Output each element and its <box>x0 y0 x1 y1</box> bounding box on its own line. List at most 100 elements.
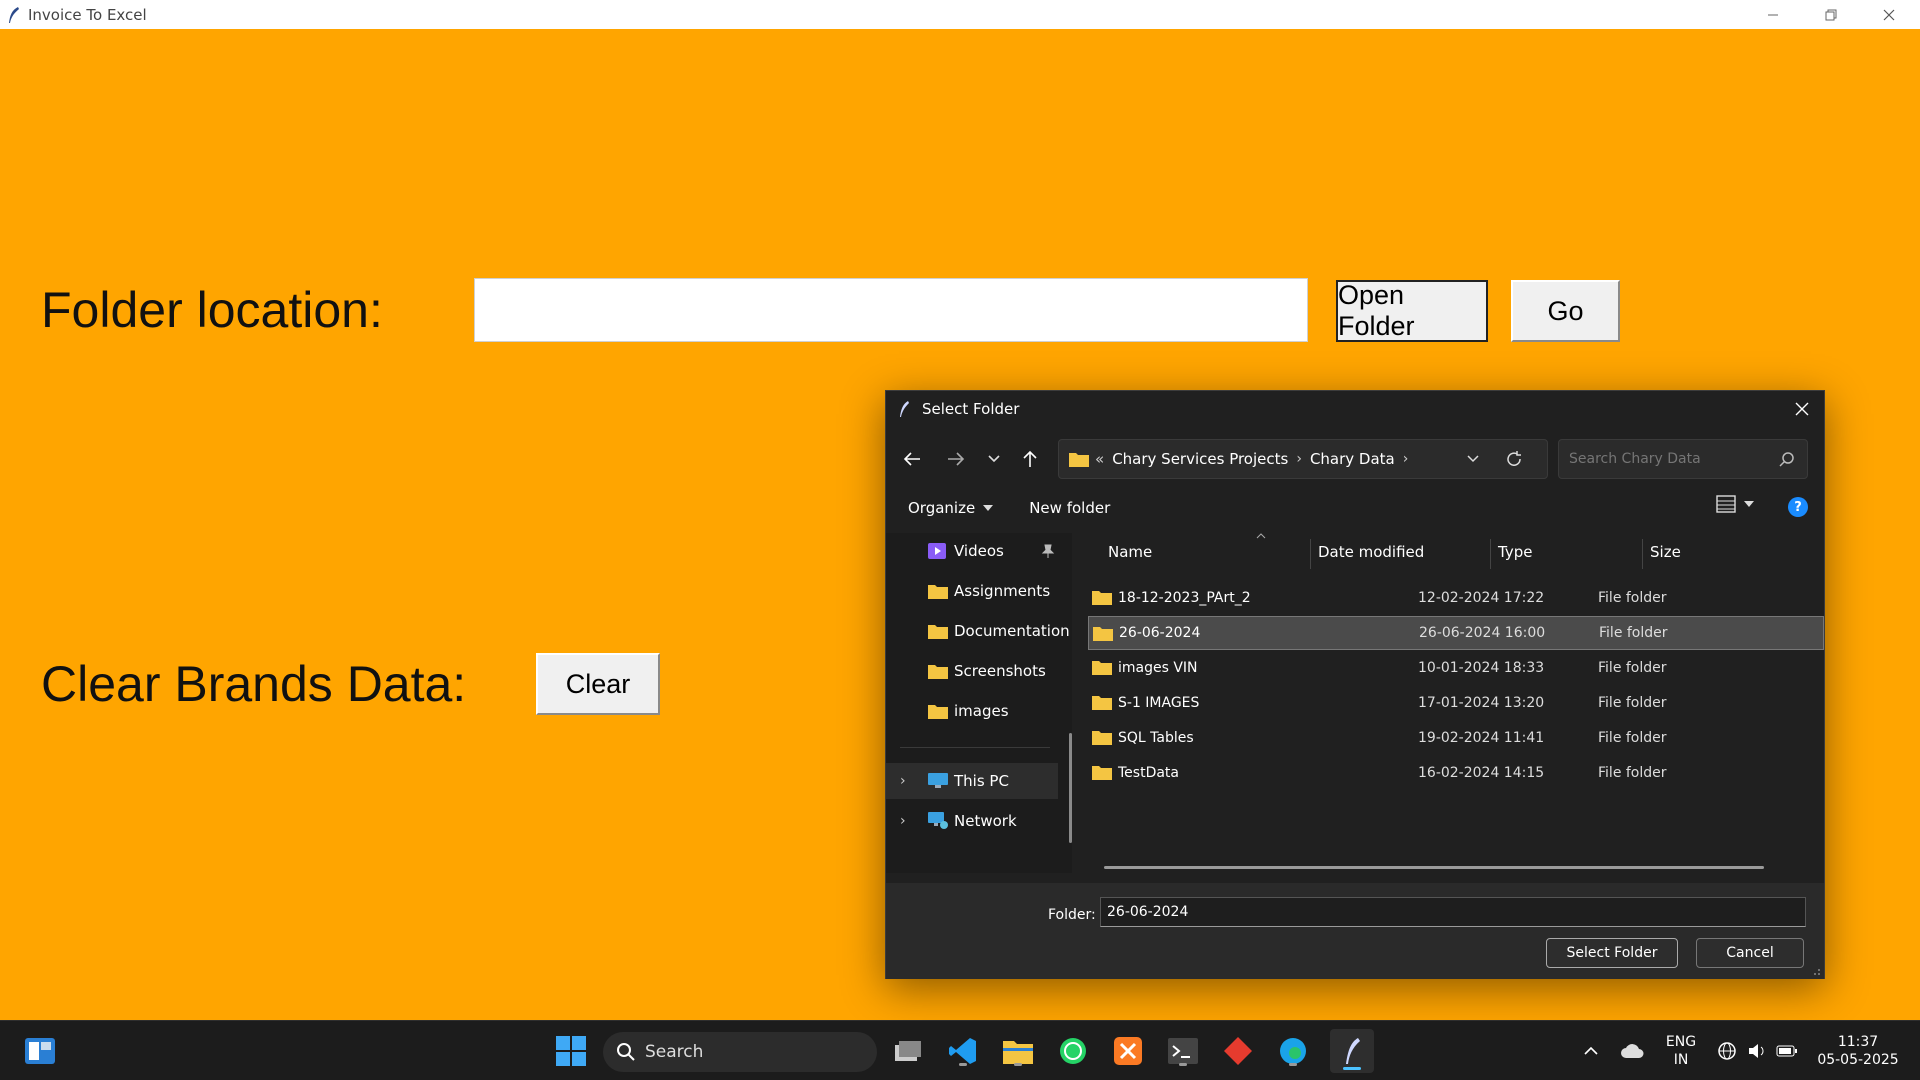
feather-icon <box>900 401 909 417</box>
chevron-right-icon[interactable]: › <box>1403 451 1409 467</box>
nav-item-videos[interactable]: Videos <box>886 533 1072 569</box>
folder-name-input[interactable] <box>1100 897 1806 927</box>
file-row[interactable]: 18-12-2023_PArt_2 12-02-2024 17:22 File … <box>1088 581 1824 615</box>
column-header-size[interactable]: Size <box>1650 533 1681 571</box>
network-status-button[interactable] <box>1712 1033 1742 1069</box>
vscode-icon <box>949 1038 976 1064</box>
nav-item-label: Assignments <box>954 582 1051 600</box>
breadcrumb-item[interactable]: Chary Services Projects <box>1112 450 1288 468</box>
cancel-button[interactable]: Cancel <box>1696 938 1804 968</box>
clear-button[interactable]: Clear <box>536 653 660 715</box>
refresh-icon[interactable] <box>1505 450 1523 468</box>
xampp-app[interactable] <box>1110 1033 1146 1069</box>
file-name: images VIN <box>1118 660 1198 676</box>
widgets-button[interactable] <box>22 1033 58 1069</box>
breadcrumb-item[interactable]: Chary Data <box>1310 450 1395 468</box>
onedrive-button[interactable] <box>1616 1033 1648 1069</box>
vscode-app[interactable] <box>945 1033 981 1069</box>
chevron-right-icon[interactable]: › <box>900 813 906 829</box>
column-header-name[interactable]: Name <box>1108 533 1152 571</box>
address-bar[interactable]: « Chary Services Projects › Chary Data › <box>1058 439 1548 479</box>
file-type: File folder <box>1598 590 1667 606</box>
arrow-up-icon <box>1023 450 1037 467</box>
show-hidden-icons-button[interactable] <box>1576 1033 1606 1069</box>
forward-button[interactable] <box>942 445 970 473</box>
folder-icon <box>1092 731 1112 745</box>
nav-item-label: Screenshots <box>954 662 1046 680</box>
file-row[interactable]: TestData 16-02-2024 14:15 File folder <box>1088 756 1824 790</box>
folder-path-input[interactable] <box>474 278 1308 342</box>
nav-item-documentation[interactable]: Documentation <box>886 613 1072 649</box>
taskbar-search[interactable]: Search <box>603 1032 877 1072</box>
file-list: Name Date modified Type Size 18-12-2023_… <box>1074 533 1826 883</box>
open-folder-button[interactable]: Open Folder <box>1336 280 1488 342</box>
nav-item-network[interactable]: › Network <box>886 803 1072 839</box>
file-row-selected[interactable]: 26-06-2024 26-06-2024 16:00 File folder <box>1088 616 1824 650</box>
file-row[interactable]: S-1 IMAGES 17-01-2024 13:20 File folder <box>1088 686 1824 720</box>
file-row[interactable]: SQL Tables 19-02-2024 11:41 File folder <box>1088 721 1824 755</box>
chevron-right-icon[interactable]: › <box>900 773 906 789</box>
recent-locations-button[interactable] <box>980 445 1008 473</box>
running-indicator <box>959 1063 967 1066</box>
file-type: File folder <box>1599 625 1668 641</box>
column-divider[interactable] <box>1642 539 1643 569</box>
battery-button[interactable] <box>1772 1033 1802 1069</box>
column-divider[interactable] <box>1490 539 1491 569</box>
minimize-button[interactable] <box>1744 0 1802 29</box>
search-icon <box>617 1043 635 1061</box>
go-button[interactable]: Go <box>1511 280 1620 342</box>
feather-icon <box>1346 1038 1360 1064</box>
up-button[interactable] <box>1016 445 1044 473</box>
view-options-button[interactable] <box>1716 495 1754 513</box>
file-explorer-app[interactable] <box>1000 1033 1036 1069</box>
sort-ascending-icon <box>1256 533 1266 539</box>
volume-button[interactable] <box>1742 1033 1772 1069</box>
diamond-app-icon <box>1224 1037 1252 1065</box>
restore-button[interactable] <box>1802 0 1860 29</box>
file-explorer-icon <box>1003 1041 1033 1064</box>
column-divider[interactable] <box>1310 539 1311 569</box>
nav-scrollbar[interactable] <box>1069 733 1072 843</box>
nav-item-screenshots[interactable]: Screenshots <box>886 653 1072 689</box>
search-input[interactable] <box>1569 451 1769 467</box>
task-view-button[interactable] <box>890 1033 926 1069</box>
running-indicator <box>1014 1063 1022 1066</box>
terminal-app[interactable] <box>1165 1033 1201 1069</box>
horizontal-scrollbar[interactable] <box>1104 866 1764 869</box>
whatsapp-app[interactable] <box>1055 1033 1091 1069</box>
chevron-right-icon[interactable]: › <box>1296 451 1302 467</box>
nav-item-label: Network <box>954 812 1017 830</box>
minimize-icon <box>1768 14 1778 15</box>
edge-app[interactable] <box>1275 1033 1311 1069</box>
close-button[interactable] <box>1860 0 1918 29</box>
resize-grip-icon[interactable] <box>1811 966 1821 976</box>
whatsapp-icon <box>1060 1038 1086 1064</box>
nav-item-assignments[interactable]: Assignments <box>886 573 1072 609</box>
restore-icon <box>1825 9 1837 20</box>
active-indicator <box>1343 1067 1361 1070</box>
clock[interactable]: 11:37 05-05-2025 <box>1808 1033 1908 1069</box>
breadcrumb-overflow[interactable]: « <box>1095 450 1104 468</box>
select-folder-button[interactable]: Select Folder <box>1546 938 1678 968</box>
search-box[interactable] <box>1558 439 1808 479</box>
close-icon <box>1883 9 1895 20</box>
dialog-close-button[interactable] <box>1790 397 1814 421</box>
python-app-active[interactable] <box>1330 1029 1374 1073</box>
clock-date: 05-05-2025 <box>1817 1052 1899 1068</box>
nav-item-images[interactable]: images <box>886 693 1072 729</box>
column-header-type[interactable]: Type <box>1498 533 1532 571</box>
language-indicator[interactable]: ENG IN <box>1660 1033 1702 1069</box>
close-icon <box>1795 402 1809 416</box>
file-row[interactable]: images VIN 10-01-2024 18:33 File folder <box>1088 651 1824 685</box>
chevron-down-icon[interactable] <box>1467 455 1479 463</box>
git-app[interactable] <box>1220 1033 1256 1069</box>
back-button[interactable] <box>898 445 926 473</box>
speaker-icon <box>1749 1044 1764 1058</box>
column-header-date[interactable]: Date modified <box>1318 533 1424 571</box>
clock-time: 11:37 <box>1837 1034 1879 1050</box>
help-icon[interactable]: ? <box>1788 497 1808 517</box>
new-folder-button[interactable]: New folder <box>1029 499 1110 517</box>
start-button[interactable] <box>553 1033 589 1069</box>
nav-item-this-pc[interactable]: › This PC <box>886 763 1058 799</box>
organize-button[interactable]: Organize <box>908 499 994 517</box>
